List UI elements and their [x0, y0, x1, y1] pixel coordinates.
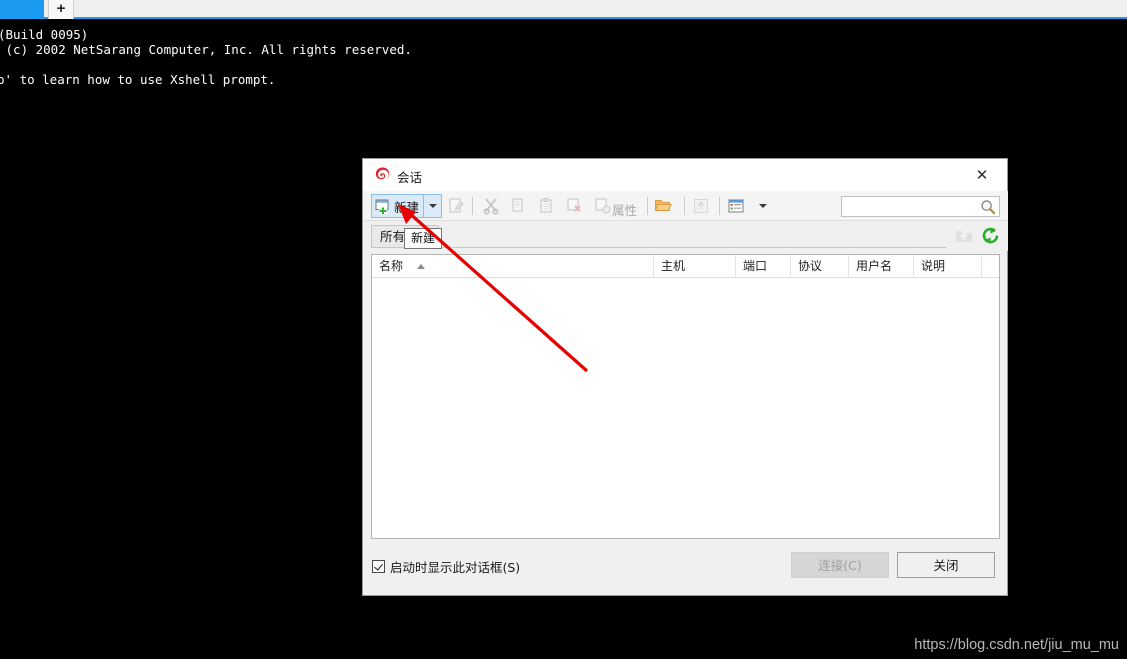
terminal-line: p' to learn how to use Xshell prompt. — [0, 72, 276, 87]
column-header-label: 协议 — [798, 259, 823, 273]
toolbar-separator — [719, 197, 720, 215]
column-header-label: 名称 — [379, 259, 404, 273]
properties-label: 属性 — [612, 203, 638, 218]
sort-ascending-icon — [417, 264, 425, 269]
session-dialog: 会话 ✕ 新建 属性 名称 主机 端口 协议 用户名 说明 启动时显示此对话框(… — [362, 158, 1008, 596]
close-icon[interactable]: ✕ — [0, 1, 1, 15]
copy-icon — [512, 198, 523, 212]
toolbar-separator — [647, 197, 648, 215]
xshell-app-window: ell ✕ + (Build 0095) (c) 2002 NetSarang … — [0, 0, 1127, 659]
properties-icon — [595, 198, 611, 214]
close-icon[interactable]: ✕ — [965, 163, 999, 187]
column-header-label: 用户名 — [856, 259, 893, 273]
xshell-spiral-logo-icon — [375, 167, 390, 180]
chevron-down-icon — [428, 204, 437, 208]
connect-button[interactable]: 连接(C) — [791, 552, 889, 578]
paste-icon — [540, 198, 552, 213]
delete-icon — [567, 198, 581, 212]
checkbox-label: 启动时显示此对话框(S) — [390, 560, 521, 575]
refresh-icon[interactable] — [980, 225, 1001, 246]
up-folder-icon — [956, 231, 972, 242]
new-session-label: 新建 — [394, 199, 420, 215]
watermark-text: https://blog.csdn.net/jiu_mu_mu — [914, 637, 1119, 653]
session-list-body[interactable] — [372, 278, 999, 538]
column-header-host[interactable]: 主机 — [654, 255, 736, 277]
column-header-spacer — [982, 255, 999, 277]
new-tab-button[interactable]: + — [48, 0, 74, 19]
view-mode-dropdown-button[interactable] — [754, 194, 772, 218]
session-list-view[interactable]: 名称 主机 端口 协议 用户名 说明 — [371, 254, 1000, 539]
terminal-tab-xshell[interactable]: ell ✕ — [0, 0, 44, 19]
column-header-name[interactable]: 名称 — [372, 255, 654, 277]
magnifier-icon[interactable] — [980, 199, 996, 215]
chevron-down-icon — [759, 204, 767, 208]
rename-icon — [449, 198, 464, 213]
column-header-label: 说明 — [921, 259, 946, 273]
column-header-username[interactable]: 用户名 — [849, 255, 914, 277]
column-header-label: 端口 — [743, 259, 768, 273]
column-header-protocol[interactable]: 协议 — [791, 255, 849, 277]
new-session-icon — [375, 199, 389, 214]
dialog-toolbar: 新建 属性 — [364, 191, 1008, 221]
column-header-description[interactable]: 说明 — [914, 255, 982, 277]
new-session-dropdown-button[interactable] — [424, 194, 442, 218]
close-button[interactable]: 关闭 — [897, 552, 995, 578]
search-field[interactable] — [841, 196, 1000, 217]
terminal-line: (c) 2002 NetSarang Computer, Inc. All ri… — [0, 42, 412, 57]
toolbar-separator — [472, 197, 473, 215]
filter-underline — [371, 247, 946, 248]
terminal-tab-strip: ell ✕ + — [0, 0, 1127, 19]
toolbar-separator — [684, 197, 685, 215]
search-input[interactable] — [846, 199, 980, 216]
tooltip-new-session: 新建 — [404, 228, 443, 249]
terminal-line: (Build 0095) — [0, 27, 89, 42]
scissors-icon — [483, 198, 499, 215]
new-session-button[interactable]: 新建 — [371, 194, 425, 218]
folder-open-icon[interactable] — [654, 197, 672, 215]
dialog-title-bar[interactable]: 会话 ✕ — [363, 159, 1007, 191]
dialog-title: 会话 — [397, 170, 423, 185]
session-filter-row: 所有会话 — [364, 221, 1008, 251]
export-icon — [694, 199, 708, 213]
session-list-header: 名称 主机 端口 协议 用户名 说明 — [372, 255, 999, 278]
column-header-label: 主机 — [661, 259, 686, 273]
show-dialog-on-startup-checkbox[interactable]: 启动时显示此对话框(S) — [372, 557, 520, 576]
column-header-port[interactable]: 端口 — [736, 255, 791, 277]
checkbox-indicator[interactable] — [372, 560, 385, 573]
view-details-icon[interactable] — [727, 197, 745, 215]
